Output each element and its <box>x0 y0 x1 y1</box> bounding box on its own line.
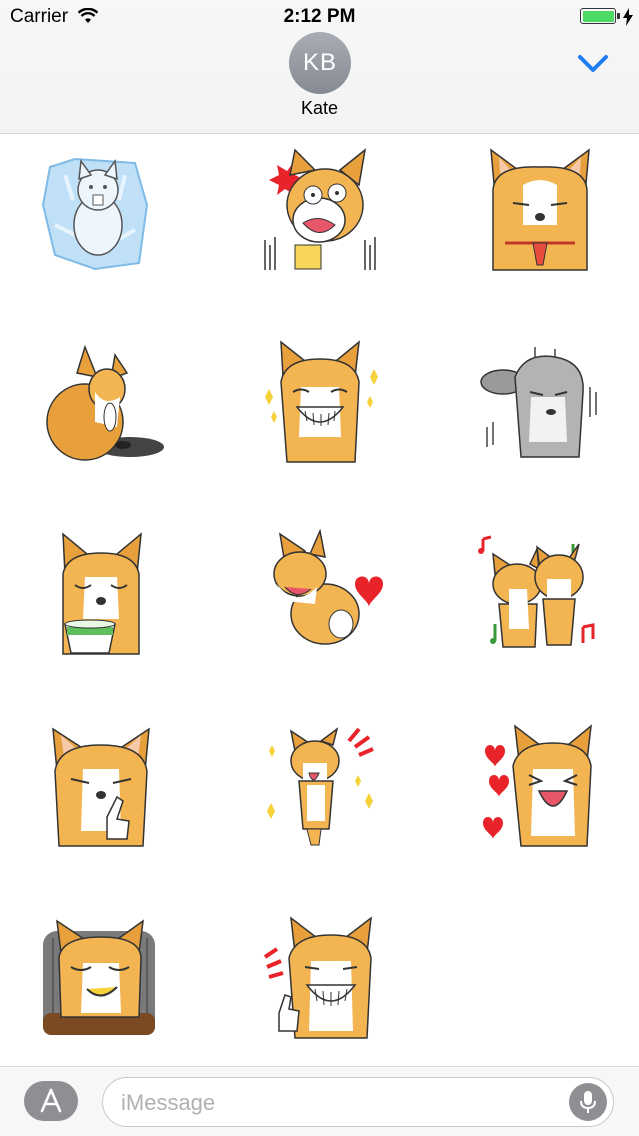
smirking-corgi-sticker[interactable] <box>30 908 170 1048</box>
dancing-corgis-sticker[interactable] <box>470 524 610 664</box>
conversation-header: Carrier 2:12 PM KB Kate <box>0 0 639 134</box>
tea-cup-corgi-sticker[interactable] <box>30 524 170 664</box>
message-composer <box>0 1066 639 1136</box>
microphone-icon <box>580 1091 596 1113</box>
thumbs-up-corgi-sticker[interactable] <box>250 908 390 1048</box>
frozen-corgi-sticker[interactable] <box>30 140 170 280</box>
heart-butt-corgi-sticker[interactable] <box>250 524 390 664</box>
tongue-out-corgi-sticker[interactable] <box>250 716 390 856</box>
gloomy-gray-corgi-sticker[interactable] <box>470 332 610 472</box>
sitting-corgi-sticker[interactable] <box>30 332 170 472</box>
imessage-input[interactable] <box>121 1088 561 1118</box>
chevron-down-icon[interactable] <box>576 52 610 76</box>
status-bar: Carrier 2:12 PM <box>0 0 639 34</box>
contact-name[interactable]: Kate <box>0 98 639 119</box>
pointing-corgi-sticker[interactable] <box>30 716 170 856</box>
avatar-initials: KB <box>302 49 337 76</box>
app-store-icon <box>40 1088 62 1113</box>
shocked-corgi-sticker[interactable] <box>250 140 390 280</box>
tie-corgi-sticker[interactable] <box>470 140 610 280</box>
microphone-button[interactable] <box>569 1083 607 1121</box>
grinning-sparkle-corgi-sticker[interactable] <box>250 332 390 472</box>
clock: 2:12 PM <box>283 6 356 27</box>
hearts-laughing-corgi-sticker[interactable] <box>470 716 610 856</box>
imessage-field-container[interactable] <box>102 1077 614 1127</box>
app-store-button[interactable] <box>24 1081 78 1121</box>
charging-bolt-icon <box>623 8 633 26</box>
battery-icon <box>580 8 616 24</box>
contact-avatar[interactable]: KB <box>289 32 351 94</box>
